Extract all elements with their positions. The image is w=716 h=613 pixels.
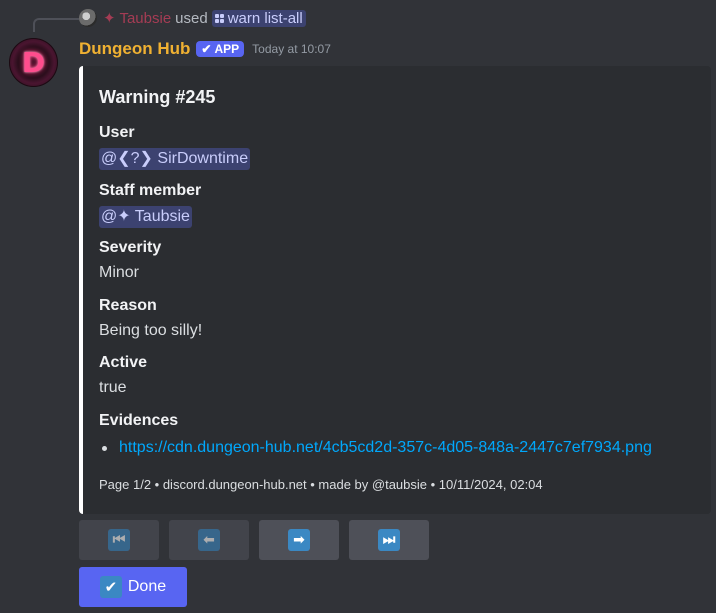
bot-avatar-letter: D [21,46,46,79]
bot-avatar[interactable]: D [9,38,58,87]
previous-page-icon: ⬅ [198,529,220,551]
app-badge: ✔ APP [196,41,245,57]
field-name: User [99,124,135,141]
field-name: Evidences [99,412,179,429]
evidence-link[interactable]: https://cdn.dungeon-hub.net/4cb5cd2d-357… [119,439,652,457]
field-reason: Reason Being too silly! [99,296,202,341]
list-item: https://cdn.dungeon-hub.net/4cb5cd2d-357… [99,439,652,457]
app-badge-label: APP [214,42,240,56]
reply-connector [33,18,79,32]
bullet-dot [102,445,107,451]
done-label: Done [127,578,167,595]
field-evidences: Evidences https://cdn.dungeon-hub.net/4c… [99,411,652,457]
previous-page-button[interactable]: ⬅ [169,520,249,560]
user-mini-avatar[interactable] [79,9,97,27]
field-name: Active [99,354,148,371]
command-reply-header: ✦ Taubsie used warn list-all [79,7,306,29]
field-staff-member: Staff member @✦ Taubsie [99,181,201,228]
warning-embed: Warning #245 User @❮?❯ SirDowntime Staff… [79,66,711,514]
last-page-icon: ⏭ [378,529,400,551]
bot-name[interactable]: Dungeon Hub [79,39,190,59]
message-timestamp[interactable]: Today at 10:07 [252,42,331,56]
staff-mention[interactable]: @✦ Taubsie [99,206,192,228]
field-name: Staff member [99,182,202,199]
slash-command-name: warn list-all [227,9,303,27]
slash-command-chip[interactable]: warn list-all [211,9,306,27]
verified-check-icon: ✔ [201,42,212,56]
field-value: Minor [99,264,140,281]
embed-title: Warning #245 [99,87,216,107]
user-mention[interactable]: @❮?❯ SirDowntime [99,148,251,170]
field-name: Reason [99,297,157,314]
next-page-icon: ➡ [288,529,310,551]
pagination-buttons: ⏮ ⬅ ➡ ⏭ [79,520,429,560]
field-active: Active true [99,353,147,398]
field-severity: Severity Minor [99,238,161,283]
check-icon: ✔ [99,576,122,598]
first-page-icon: ⏮ [108,529,130,551]
embed-footer: Page 1/2 • discord.dungeon-hub.net • mad… [99,477,543,492]
next-page-button[interactable]: ➡ [259,520,339,560]
last-page-button[interactable]: ⏭ [349,520,429,560]
field-user: User @❮?❯ SirDowntime [99,123,251,170]
reply-username[interactable]: ✦ Taubsie [103,9,171,27]
done-button[interactable]: ✔ Done [79,567,187,607]
field-value: Being too silly! [99,322,203,339]
field-value: true [99,379,127,396]
slash-command-icon [214,13,224,23]
field-name: Severity [99,239,162,256]
first-page-button[interactable]: ⏮ [79,520,159,560]
message-header: Dungeon Hub ✔ APP Today at 10:07 [79,37,331,61]
reply-used-text: used [175,9,208,27]
